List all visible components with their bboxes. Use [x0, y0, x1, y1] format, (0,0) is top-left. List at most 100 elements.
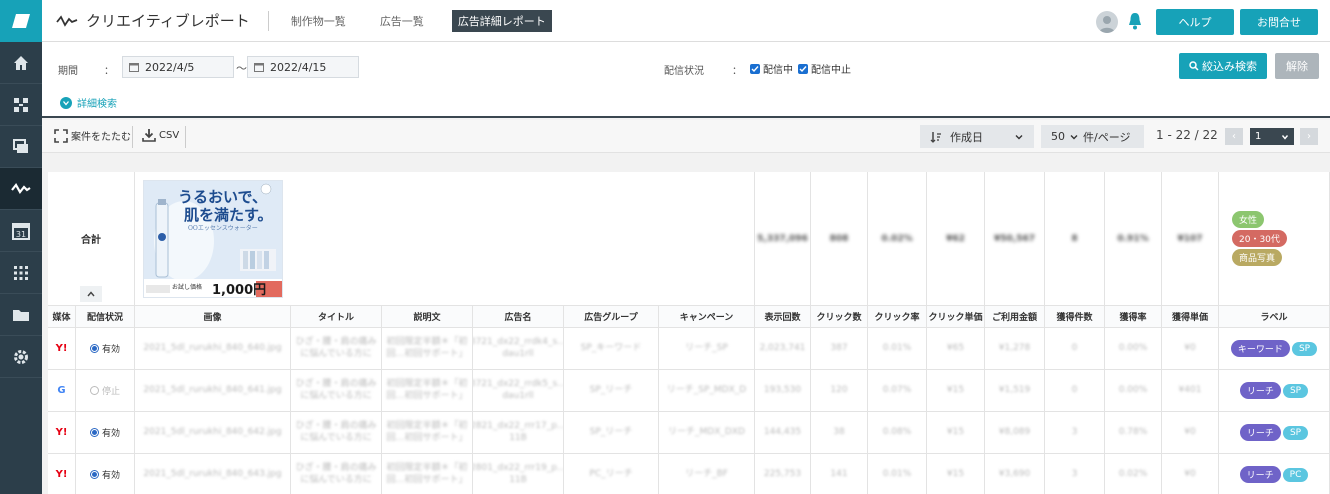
- summary-collapse-toggle[interactable]: [80, 286, 102, 302]
- column-header-impressions[interactable]: 表示回数: [755, 306, 811, 328]
- column-header-cvr[interactable]: 獲得率: [1105, 306, 1162, 328]
- per-page-select[interactable]: 50 件/ページ: [1041, 125, 1144, 148]
- column-header-image[interactable]: 画像: [135, 306, 291, 328]
- ad-group-cell: PC_リーチ: [564, 454, 659, 494]
- date-to-input[interactable]: 2022/4/15: [247, 56, 359, 78]
- csv-label: CSV: [159, 129, 180, 141]
- detail-search-toggle[interactable]: 詳細検索: [60, 95, 117, 110]
- campaign-value: リーチ_MDX_DXD: [668, 426, 745, 437]
- next-page-button[interactable]: ›: [1300, 128, 1318, 145]
- status-stopped-checkbox[interactable]: 配信中止: [798, 61, 851, 76]
- column-header-campaign[interactable]: キャンペーン: [659, 306, 755, 328]
- desc-cell: 初回限定半額＊「初回…初回サポート」: [382, 454, 473, 494]
- column-header-media[interactable]: 媒体: [48, 306, 76, 328]
- chevron-down-icon: [1015, 134, 1023, 139]
- sort-select[interactable]: 作成日: [920, 125, 1034, 148]
- cpa-value: ¥0: [1184, 342, 1196, 353]
- user-icon: [1099, 16, 1115, 33]
- nav-structure[interactable]: [0, 84, 42, 126]
- status-stopped-label: 配信中止: [811, 65, 851, 76]
- page-select[interactable]: 1: [1250, 128, 1294, 145]
- help-button[interactable]: ヘルプ: [1156, 9, 1234, 35]
- conversions-value: 0: [1071, 342, 1078, 353]
- column-header-title[interactable]: タイトル: [291, 306, 382, 328]
- column-header-clicks[interactable]: クリック数: [811, 306, 868, 328]
- column-header-status[interactable]: 配信状況: [76, 306, 135, 328]
- nav-settings[interactable]: [0, 336, 42, 378]
- column-header-cpc[interactable]: クリック単価: [927, 306, 985, 328]
- prev-page-button[interactable]: ‹: [1225, 128, 1243, 145]
- ad-name-cell: 3721_dx22_rrdk4_s…dau1rll: [473, 328, 564, 370]
- google-icon: G: [57, 385, 66, 396]
- nav-folder[interactable]: [0, 294, 42, 336]
- banner-headline-1: うるおいで、: [178, 188, 267, 206]
- collapse-button[interactable]: 案件をたたむ: [54, 128, 131, 143]
- nav-creatives[interactable]: [0, 126, 42, 168]
- tab-ad-list[interactable]: 広告一覧: [374, 10, 430, 32]
- filter-search-button[interactable]: 絞込み検索: [1179, 53, 1267, 79]
- column-header-desc[interactable]: 説明文: [382, 306, 473, 328]
- chevron-right-icon: ›: [1307, 131, 1311, 142]
- collapse-label: 案件をたたむ: [71, 132, 131, 143]
- ctr-value: 0.01%: [882, 468, 912, 479]
- ad-name-value: 2801_dx22_rrr19_p…11B: [473, 462, 564, 485]
- checkbox-icon: [750, 63, 760, 74]
- notification-bell[interactable]: [1128, 12, 1142, 33]
- activity-icon: [11, 182, 31, 194]
- status-text: 有効: [101, 429, 120, 439]
- reset-button[interactable]: 解除: [1275, 53, 1319, 79]
- date-separator: 〜: [236, 62, 247, 75]
- ad-group-value: SP_リーチ: [589, 426, 633, 437]
- campaign-cell: リーチ_SP_MDX_D: [659, 370, 755, 412]
- label-tag: 商品写真: [1232, 249, 1283, 266]
- column-header-cpa[interactable]: 獲得単価: [1162, 306, 1219, 328]
- page-value: 1: [1255, 131, 1262, 142]
- avatar[interactable]: [1096, 11, 1118, 33]
- status-radio[interactable]: 有効: [89, 468, 120, 481]
- conversions-value: 0: [1071, 384, 1078, 395]
- column-header-cost[interactable]: ご利用金額: [985, 306, 1045, 328]
- column-header-ad-name[interactable]: 広告名: [473, 306, 564, 328]
- nav-home[interactable]: [0, 42, 42, 84]
- desc-value: 初回限定半額＊「初回…初回サポート」: [386, 378, 468, 401]
- creative-thumbnail[interactable]: うるおいで、 肌を満たす。 OOエッセンスウォーター お試し価格 1,000円: [143, 180, 283, 298]
- status-radio[interactable]: 有効: [89, 342, 120, 355]
- summary-metric-value: ¥107: [1177, 233, 1203, 244]
- label-tag: リーチ: [1239, 424, 1281, 441]
- column-header-ad-group[interactable]: 広告グループ: [564, 306, 659, 328]
- radio-icon: [89, 344, 99, 353]
- column-header-ctr[interactable]: クリック率: [868, 306, 927, 328]
- contact-button[interactable]: お問合せ: [1240, 9, 1318, 35]
- date-from-input[interactable]: 2022/4/5: [122, 56, 234, 78]
- radio-dot: [91, 430, 97, 435]
- cost-cell: ¥1,278: [985, 328, 1045, 370]
- summary-metric-cell: 808: [811, 172, 868, 306]
- column-header-conversions[interactable]: 獲得件数: [1045, 306, 1105, 328]
- column-header-label[interactable]: ラベル: [1219, 306, 1330, 328]
- tab-ad-detail-report[interactable]: 広告詳細レポート: [451, 9, 552, 32]
- status-active-checkbox[interactable]: 配信中: [750, 61, 793, 76]
- csv-download-button[interactable]: CSV: [142, 128, 179, 142]
- tab-production-list[interactable]: 制作物一覧: [285, 10, 352, 32]
- media-cell: Y!: [48, 412, 76, 454]
- label-tag: SP: [1282, 425, 1309, 440]
- summary-metric-cell: 5,337,096: [755, 172, 811, 306]
- title-cell: ひざ・腰・肩の痛みに悩んでいる方に: [291, 370, 382, 412]
- image-value: 2021_5dl_rurukhi_840_642.jpg: [143, 426, 282, 437]
- summary-metric-value: 0.02%: [881, 233, 913, 244]
- nav-calendar[interactable]: 31: [0, 210, 42, 252]
- image-cell: 2021_5dl_rurukhi_840_640.jpg: [135, 328, 291, 370]
- top-header: クリエイティブレポート 制作物一覧 広告一覧 広告詳細レポート ヘルプ お問合せ: [42, 0, 1330, 42]
- status-cell: 有効: [76, 412, 135, 454]
- summary-metric-cell: ¥62: [927, 172, 985, 306]
- status-radio[interactable]: 停止: [89, 384, 120, 397]
- ad-name-cell: 3721_dx22_rrdk5_s…dau1rll: [473, 370, 564, 412]
- folder-icon: [13, 309, 29, 321]
- nav-apps[interactable]: [0, 252, 42, 294]
- app-logo[interactable]: [0, 0, 42, 42]
- label-cell: リーチ PC: [1219, 454, 1330, 494]
- campaign-cell: リーチ_MDX_DXD: [659, 412, 755, 454]
- status-radio[interactable]: 有効: [89, 426, 120, 439]
- status-text: 有効: [101, 345, 120, 355]
- nav-report[interactable]: [0, 168, 42, 210]
